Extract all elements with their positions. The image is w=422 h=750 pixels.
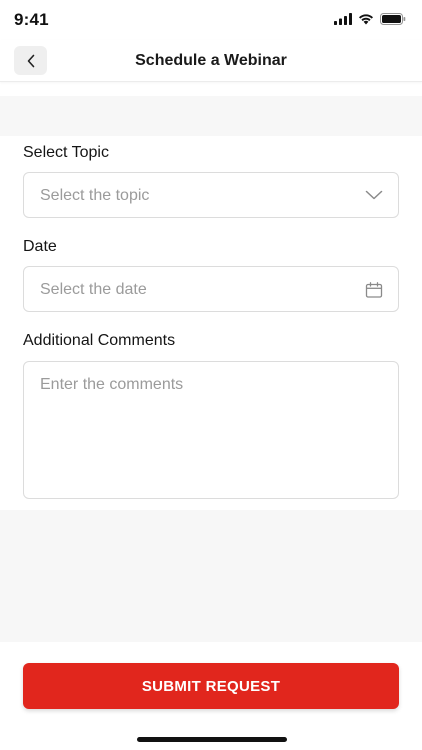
- page-title: Schedule a Webinar: [135, 52, 287, 69]
- submit-request-button[interactable]: SUBMIT REQUEST: [23, 663, 399, 709]
- status-time: 9:41: [14, 10, 49, 29]
- status-icons: [334, 13, 406, 25]
- comments-label: Additional Comments: [23, 332, 176, 349]
- date-label: Date: [23, 238, 57, 255]
- date-field[interactable]: Select the date: [23, 266, 399, 312]
- wifi-icon: [359, 14, 373, 25]
- signal-icon: [334, 13, 352, 25]
- content-band-bottom: [0, 510, 422, 642]
- topic-label: Select Topic: [23, 144, 109, 161]
- topic-select[interactable]: Select the topic: [23, 172, 399, 218]
- battery-icon: [380, 13, 406, 25]
- home-indicator[interactable]: [137, 737, 287, 742]
- content-band-top: [0, 96, 422, 136]
- calendar-icon[interactable]: [365, 282, 383, 298]
- status-bar: 9:41: [0, 0, 422, 40]
- chevron-down-icon: [365, 190, 383, 200]
- app-header: Schedule a Webinar: [0, 40, 422, 82]
- topic-placeholder: Select the topic: [40, 187, 150, 204]
- comments-textarea[interactable]: Enter the comments: [23, 361, 399, 499]
- date-placeholder: Select the date: [40, 281, 147, 298]
- comments-placeholder: Enter the comments: [40, 376, 184, 393]
